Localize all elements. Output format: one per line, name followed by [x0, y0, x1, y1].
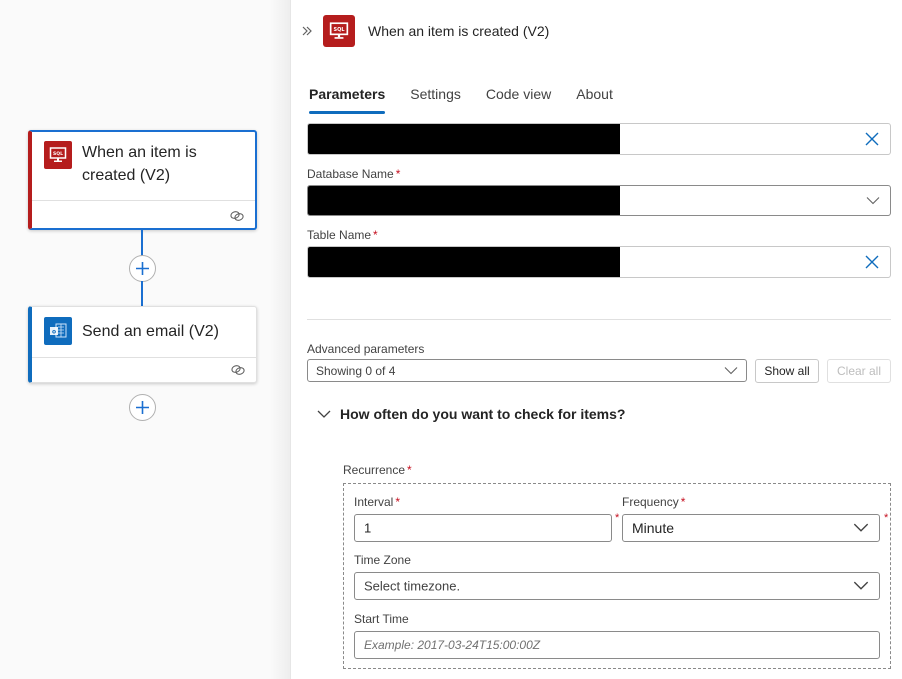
redacted-value: [308, 247, 620, 277]
required-marker: *: [407, 463, 412, 477]
svg-text:SQL: SQL: [53, 151, 63, 157]
show-all-button[interactable]: Show all: [755, 359, 819, 383]
details-panel: SQL When an item is created (V2) Paramet…: [290, 0, 902, 679]
table-name-label: Table Name *: [307, 228, 378, 242]
panel-title: When an item is created (V2): [368, 23, 550, 39]
required-marker: *: [884, 512, 889, 524]
database-name-label: Database Name *: [307, 167, 400, 181]
card-header: SQL When an item is created (V2): [32, 132, 255, 187]
tab-about[interactable]: About: [576, 82, 613, 112]
connection-link-icon[interactable]: [230, 363, 246, 377]
svg-text:SQL: SQL: [333, 27, 345, 33]
trigger-card-when-item-created[interactable]: SQL When an item is created (V2): [28, 130, 257, 230]
label-text: Interval: [354, 495, 394, 509]
card-title-line-2: created (V2): [82, 167, 171, 184]
required-marker: *: [395, 495, 401, 509]
flow-connector: [141, 281, 143, 306]
label-text: Table Name: [307, 228, 372, 242]
card-title: When an item is created (V2): [82, 141, 197, 187]
time-zone-label: Time Zone: [354, 553, 411, 567]
plus-icon: [136, 262, 149, 275]
plus-icon: [136, 401, 149, 414]
flow-connector: [141, 230, 143, 258]
action-card-send-email[interactable]: o Send an email (V2): [28, 306, 257, 383]
section-divider: [307, 319, 891, 320]
advanced-parameters-label: Advanced parameters: [307, 342, 425, 356]
label-text: Database Name: [307, 167, 394, 181]
required-marker: *: [680, 495, 686, 509]
database-name-dropdown[interactable]: [307, 185, 891, 216]
clear-icon[interactable]: [864, 254, 880, 270]
tab-code-view[interactable]: Code view: [486, 82, 551, 112]
start-time-input[interactable]: Example: 2017-03-24T15:00:00Z: [354, 631, 880, 659]
chevron-down-icon: [317, 410, 331, 418]
input-placeholder: Example: 2017-03-24T15:00:00Z: [364, 638, 541, 652]
section-title: How often do you want to check for items…: [340, 406, 626, 422]
required-marker: *: [615, 512, 620, 524]
panel-tabs: Parameters Settings Code view About: [309, 82, 638, 114]
card-footer: [32, 200, 255, 228]
clear-icon[interactable]: [864, 131, 880, 147]
tab-settings[interactable]: Settings: [410, 82, 461, 112]
advanced-parameters-dropdown[interactable]: Showing 0 of 4: [307, 359, 747, 382]
dropdown-value: Minute: [632, 520, 675, 536]
outlook-icon: o: [44, 317, 72, 345]
add-step-button[interactable]: [129, 394, 156, 421]
time-zone-dropdown[interactable]: Select timezone.: [354, 572, 880, 600]
card-title-line-1: When an item is: [82, 144, 197, 161]
label-text: Frequency: [622, 495, 679, 509]
recurrence-label: Recurrence *: [343, 463, 412, 477]
redacted-value: [308, 186, 620, 215]
card-footer: [32, 357, 256, 382]
clear-all-button[interactable]: Clear all: [827, 359, 891, 383]
collapse-panel-button[interactable]: [291, 14, 323, 48]
table-name-input[interactable]: [307, 246, 891, 278]
interval-label: Interval *: [354, 495, 400, 509]
connection-link-icon[interactable]: [229, 209, 245, 223]
frequency-dropdown[interactable]: Minute: [622, 514, 880, 542]
card-header: o Send an email (V2): [32, 307, 256, 345]
redacted-value: [308, 124, 620, 154]
tab-parameters[interactable]: Parameters: [309, 82, 386, 114]
required-marker: *: [373, 228, 378, 242]
panel-header: SQL When an item is created (V2): [291, 14, 902, 48]
label-text: Recurrence: [343, 463, 406, 477]
chevron-down-icon: [853, 523, 869, 532]
dropdown-placeholder: Select timezone.: [364, 578, 461, 594]
interval-input[interactable]: 1: [354, 514, 612, 542]
check-frequency-section-toggle[interactable]: How often do you want to check for items…: [317, 406, 625, 422]
start-time-label: Start Time: [354, 612, 409, 626]
double-chevron-right-icon: [302, 26, 312, 36]
server-name-input[interactable]: [307, 123, 891, 155]
card-title: Send an email (V2): [82, 322, 219, 340]
designer-canvas: SQL When an item is created (V2) o Send …: [0, 0, 290, 679]
canvas-edge-shadow: [270, 0, 290, 679]
input-value: 1: [364, 520, 372, 536]
chevron-down-icon: [853, 581, 869, 590]
required-marker: *: [395, 167, 401, 181]
sql-server-icon: SQL: [44, 141, 72, 169]
chevron-down-icon: [866, 196, 880, 204]
chevron-down-icon: [724, 366, 738, 374]
sql-server-icon: SQL: [323, 15, 355, 47]
dropdown-value: Showing 0 of 4: [316, 363, 396, 378]
add-step-button[interactable]: [129, 255, 156, 282]
svg-text:o: o: [52, 329, 56, 336]
frequency-label: Frequency *: [622, 495, 685, 509]
